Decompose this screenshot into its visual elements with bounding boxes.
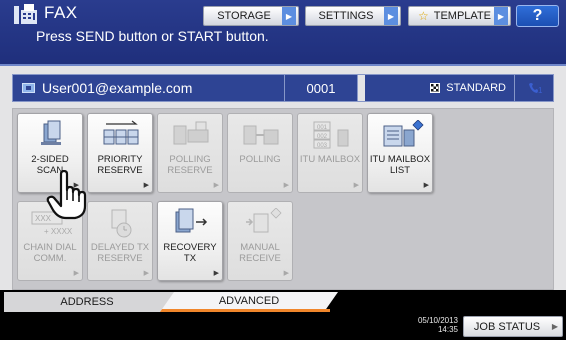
polling-label: POLLING xyxy=(239,154,281,165)
storage-button-label: STORAGE xyxy=(217,10,271,22)
triangle-right-icon: ▶ xyxy=(143,182,149,189)
job-status-button[interactable]: JOB STATUS ▶ xyxy=(463,316,563,337)
itu-mailbox-list-button[interactable]: ITU MAILBOX LIST ▶ xyxy=(367,113,433,193)
advanced-function-grid: 2-SIDED SCAN ▶ PRIORITY RESERVE ▶ POLLIN… xyxy=(12,108,554,290)
delayed-tx-reserve-button: DELAYED TX RESERVE ▶ xyxy=(87,201,153,281)
triangle-right-icon: ▶ xyxy=(494,7,508,25)
priority-reserve-icon xyxy=(103,120,139,145)
resolution-label: STANDARD xyxy=(446,82,506,94)
delayed-tx-reserve-label: DELAYED TX RESERVE xyxy=(90,242,150,264)
triangle-right-icon: ▶ xyxy=(384,7,398,25)
priority-reserve-button[interactable]: PRIORITY RESERVE ▶ xyxy=(87,113,153,193)
destination-bar: User001@example.com 0001 STANDARD 1 xyxy=(12,74,554,102)
svg-text:1: 1 xyxy=(538,86,543,95)
resolution-status: STANDARD xyxy=(365,75,515,101)
itu-mailbox-list-icon xyxy=(383,120,424,147)
manual-receive-button: MANUAL RECEIVE ▶ xyxy=(227,201,293,281)
star-icon: ☆ xyxy=(417,9,429,23)
triangle-right-icon: ▶ xyxy=(353,182,359,189)
main-area: User001@example.com 0001 STANDARD 1 2-SI… xyxy=(0,66,566,290)
triangle-right-icon: ▶ xyxy=(423,182,429,189)
itu-mailbox-label: ITU MAILBOX xyxy=(299,154,361,165)
job-status-label: JOB STATUS xyxy=(473,320,541,333)
delayed-tx-icon xyxy=(111,209,132,238)
recovery-tx-icon xyxy=(175,208,208,233)
triangle-right-icon: ▶ xyxy=(73,182,79,189)
date-time: 05/10/2013 14:35 xyxy=(398,316,458,334)
template-button[interactable]: ☆ TEMPLATE ▶ xyxy=(408,6,511,26)
chain-dial-icon: XXX + XXXX xyxy=(31,211,73,236)
triangle-right-icon: ▶ xyxy=(143,270,149,277)
polling-reserve-icon xyxy=(173,121,209,145)
priority-reserve-label: PRIORITY RESERVE xyxy=(97,154,143,176)
polling-reserve-label: POLLING RESERVE xyxy=(167,154,213,176)
date-text: 05/10/2013 xyxy=(417,316,458,325)
two-sided-scan-button[interactable]: 2-SIDED SCAN ▶ xyxy=(17,113,83,193)
chain-dial-comm-button: XXX + XXXX CHAIN DIAL COMM. ▶ xyxy=(17,201,83,281)
triangle-right-icon: ▶ xyxy=(73,270,79,277)
triangle-right-icon: ▶ xyxy=(551,322,559,331)
address-book-icon xyxy=(22,83,35,93)
triangle-right-icon: ▶ xyxy=(213,182,219,189)
chain-dial-comm-label: CHAIN DIAL COMM. xyxy=(23,242,77,264)
polling-icon xyxy=(243,125,279,145)
triangle-right-icon: ▶ xyxy=(283,270,289,277)
app-title: FAX xyxy=(44,3,78,22)
time-text: 14:35 xyxy=(437,325,458,334)
svg-text:+ XXXX: + XXXX xyxy=(44,227,73,236)
destination-gap xyxy=(358,75,365,101)
svg-text:001: 001 xyxy=(317,125,328,131)
triangle-right-icon: ▶ xyxy=(213,270,219,277)
template-button-label: TEMPLATE xyxy=(433,10,492,22)
itu-mailbox-icon: 001 002 003 xyxy=(313,121,349,149)
help-button[interactable]: ? xyxy=(516,5,559,27)
storage-button[interactable]: STORAGE ▶ xyxy=(203,6,299,26)
svg-text:XXX: XXX xyxy=(35,214,52,223)
instruction-text: Press SEND button or START button. xyxy=(36,28,269,44)
two-sided-scan-label: 2-SIDED SCAN xyxy=(31,154,69,176)
footer-bar: 05/10/2013 14:35 JOB STATUS ▶ xyxy=(0,312,566,340)
manual-receive-icon xyxy=(246,208,282,233)
phone-line-icon: 1 xyxy=(516,75,553,101)
manual-receive-label: MANUAL RECEIVE xyxy=(239,242,281,264)
triangle-right-icon: ▶ xyxy=(283,182,289,189)
fax-icon xyxy=(14,4,37,24)
svg-text:003: 003 xyxy=(317,143,328,149)
polling-reserve-button: POLLING RESERVE ▶ xyxy=(157,113,223,193)
recovery-tx-label: RECOVERY TX xyxy=(163,242,217,264)
tab-address[interactable]: ADDRESS xyxy=(4,292,180,312)
settings-button-label: SETTINGS xyxy=(318,10,374,22)
checker-icon xyxy=(430,83,441,93)
destination-field[interactable]: User001@example.com xyxy=(13,75,285,101)
destination-count: 0001 xyxy=(285,75,358,101)
itu-mailbox-button: 001 002 003 ITU MAILBOX ▶ xyxy=(297,113,363,193)
itu-mailbox-list-label: ITU MAILBOX LIST xyxy=(369,154,431,176)
polling-button: POLLING ▶ xyxy=(227,113,293,193)
recovery-tx-button[interactable]: RECOVERY TX ▶ xyxy=(157,201,223,281)
destination-address: User001@example.com xyxy=(42,80,193,96)
settings-button[interactable]: SETTINGS ▶ xyxy=(305,6,401,26)
header-bar: FAX Press SEND button or START button. S… xyxy=(0,0,566,66)
triangle-right-icon: ▶ xyxy=(282,7,296,25)
two-sided-scan-icon xyxy=(41,120,61,145)
svg-text:002: 002 xyxy=(317,134,328,140)
